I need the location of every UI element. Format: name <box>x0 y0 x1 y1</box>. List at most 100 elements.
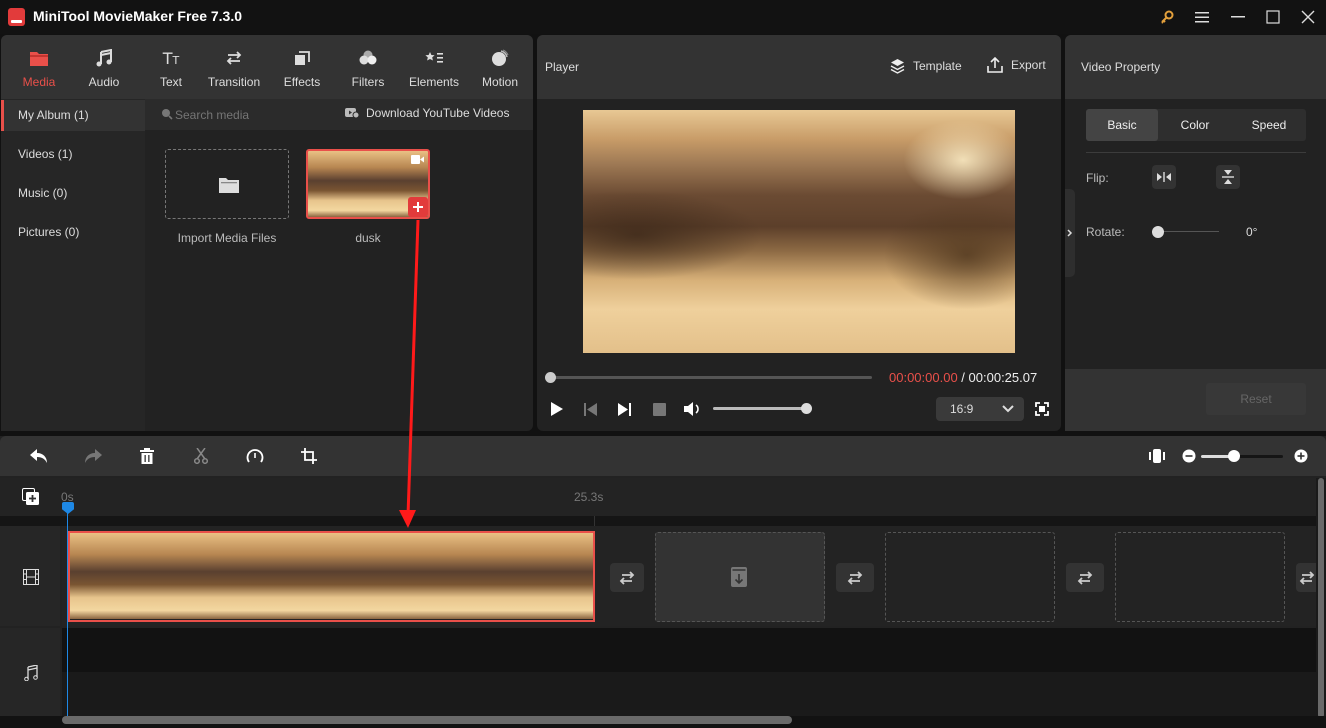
property-tabs: Basic Color Speed <box>1086 109 1306 141</box>
volume-slider[interactable] <box>713 407 807 410</box>
download-youtube-label: Download YouTube Videos <box>366 106 510 120</box>
transition-icon <box>1077 570 1093 585</box>
empty-clip-slot[interactable] <box>655 532 825 622</box>
zoom-in-button[interactable] <box>1289 444 1313 468</box>
album-item-videos[interactable]: Videos (1) <box>1 139 145 170</box>
tab-elements[interactable]: Elements <box>401 35 467 99</box>
zoom-out-button[interactable] <box>1177 444 1201 468</box>
tab-text[interactable]: TT Text <box>138 35 204 99</box>
tab-effects[interactable]: Effects <box>269 35 335 99</box>
timeline-zoom-knob[interactable] <box>1227 450 1240 462</box>
fit-icon <box>1149 449 1165 463</box>
vertical-scrollbar[interactable] <box>1316 478 1326 718</box>
delete-button[interactable] <box>135 444 159 468</box>
current-time: 00:00:00.00 <box>889 370 958 385</box>
maximize-button[interactable] <box>1258 4 1288 30</box>
fit-timeline-button[interactable] <box>1145 444 1169 468</box>
playback-progress-knob[interactable] <box>545 372 556 383</box>
album-item-my-album[interactable]: My Album (1) <box>1 100 145 131</box>
filters-icon <box>359 47 377 69</box>
volume-knob[interactable] <box>801 403 812 414</box>
media-clip-dusk[interactable] <box>306 149 430 219</box>
flip-label: Flip: <box>1086 171 1109 185</box>
key-icon[interactable] <box>1152 4 1182 30</box>
menu-icon[interactable] <box>1187 4 1217 30</box>
tab-basic[interactable]: Basic <box>1086 109 1158 141</box>
split-button[interactable] <box>189 444 213 468</box>
tab-elements-label: Elements <box>408 75 460 89</box>
audio-track <box>62 628 1316 672</box>
chevron-down-icon <box>1002 405 1014 413</box>
rotate-slider-knob[interactable] <box>1152 226 1164 238</box>
time-display: 00:00:00.00 / 00:00:25.07 <box>889 370 1038 385</box>
stop-button[interactable] <box>653 403 666 416</box>
album-item-pictures[interactable]: Pictures (0) <box>1 217 145 248</box>
timeline-clip-dusk[interactable] <box>68 531 595 622</box>
speed-button[interactable] <box>243 444 267 468</box>
timeline-zoom-slider[interactable] <box>1201 455 1283 458</box>
transition-slot-button[interactable] <box>610 563 644 592</box>
collapse-panel-handle[interactable] <box>1065 189 1075 277</box>
export-button[interactable]: Export <box>987 57 1046 73</box>
minimize-button[interactable] <box>1223 4 1253 30</box>
clip-frame-thumbnail <box>340 533 430 619</box>
flip-horizontal-button[interactable] <box>1152 165 1176 189</box>
aspect-ratio-select[interactable]: 16:9 <box>936 397 1024 421</box>
video-preview[interactable] <box>583 110 1015 353</box>
playback-progress-track[interactable] <box>550 376 872 379</box>
export-icon <box>987 57 1003 73</box>
search-media-input[interactable] <box>175 104 325 126</box>
music-icon <box>96 47 112 69</box>
play-icon <box>551 402 563 416</box>
speaker-icon <box>684 402 699 416</box>
close-button[interactable] <box>1293 4 1323 30</box>
tab-motion[interactable]: Motion <box>467 35 533 99</box>
transition-slot-button[interactable] <box>1296 563 1316 592</box>
volume-button[interactable] <box>684 401 702 417</box>
transition-slot-button[interactable] <box>1066 563 1104 592</box>
tab-media-label: Media <box>22 75 56 89</box>
next-frame-button[interactable] <box>618 403 631 416</box>
effects-icon <box>294 47 310 69</box>
play-button[interactable] <box>550 402 564 416</box>
album-item-music[interactable]: Music (0) <box>1 178 145 209</box>
tab-audio[interactable]: Audio <box>71 35 137 99</box>
tab-media[interactable]: Media <box>6 35 72 99</box>
ruler-start-label: 0s <box>61 490 74 504</box>
reset-button[interactable]: Reset <box>1206 383 1306 415</box>
flip-horizontal-icon <box>1157 172 1171 182</box>
template-button[interactable]: Template <box>890 58 962 74</box>
horizontal-scrollbar[interactable] <box>0 716 1326 728</box>
motion-icon <box>491 47 509 69</box>
rotate-slider[interactable] <box>1157 231 1219 232</box>
timeline-ruler[interactable]: 0s 25.3s <box>0 478 1316 516</box>
add-track-button[interactable] <box>22 488 40 506</box>
tab-filters[interactable]: Filters <box>335 35 401 99</box>
import-media-label: Import Media Files <box>177 231 277 245</box>
clip-frame-thumbnail <box>520 533 593 619</box>
property-header: Video Property <box>1065 35 1326 99</box>
previous-frame-button[interactable] <box>584 403 597 416</box>
transition-slot-button[interactable] <box>836 563 874 592</box>
media-panel: Media Audio TT Text Transition Effects F… <box>1 35 533 431</box>
layers-icon <box>890 59 905 74</box>
player-title: Player <box>545 60 580 74</box>
add-to-timeline-button[interactable] <box>408 197 428 217</box>
speedometer-icon <box>246 449 264 463</box>
tab-speed[interactable]: Speed <box>1232 109 1306 141</box>
tab-color[interactable]: Color <box>1158 109 1232 141</box>
empty-clip-slot[interactable] <box>1115 532 1285 622</box>
horizontal-scroll-thumb[interactable] <box>62 716 792 724</box>
redo-button[interactable] <box>81 444 105 468</box>
crop-button[interactable] <box>297 444 321 468</box>
download-youtube-button[interactable]: Download YouTube Videos <box>345 106 509 120</box>
undo-button[interactable] <box>27 444 51 468</box>
trash-icon <box>140 448 154 464</box>
fullscreen-button[interactable] <box>1035 402 1049 416</box>
flip-vertical-button[interactable] <box>1216 165 1240 189</box>
tab-transition-label: Transition <box>207 75 261 89</box>
redo-icon <box>85 449 102 463</box>
import-media-button[interactable] <box>165 149 289 219</box>
tab-transition[interactable]: Transition <box>201 35 267 99</box>
empty-clip-slot[interactable] <box>885 532 1055 622</box>
